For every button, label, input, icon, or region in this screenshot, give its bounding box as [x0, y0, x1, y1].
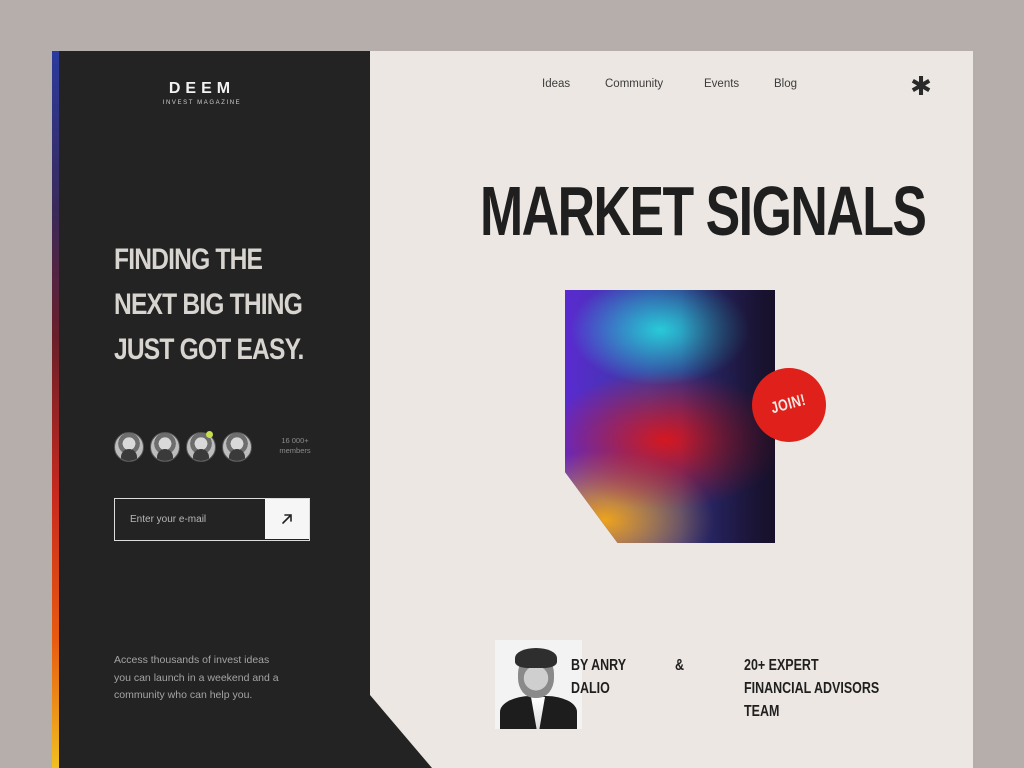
- submit-email-button[interactable]: [265, 499, 309, 539]
- email-input[interactable]: [115, 499, 267, 539]
- left-panel: DEEM INVEST MAGAZINE FINDING THE NEXT BI…: [52, 51, 370, 768]
- author-line: DALIO: [571, 680, 610, 697]
- panel-corner-shape: [370, 695, 432, 768]
- gradient-strip: [52, 51, 59, 768]
- members-count: 16 000+ members: [274, 436, 316, 456]
- nav-item-blog[interactable]: Blog: [774, 78, 797, 90]
- team-line: FINANCIAL ADVISORS: [744, 680, 880, 697]
- avatar: [222, 432, 252, 462]
- join-button[interactable]: JOIN!: [752, 368, 826, 442]
- avatar: [150, 432, 180, 462]
- members-count-label: members: [279, 446, 311, 455]
- online-indicator: [206, 431, 213, 438]
- description-text: Access thousands of invest ideas you can…: [114, 654, 279, 701]
- team-byline: 20+ EXPERT FINANCIAL ADVISORS TEAM: [744, 654, 879, 723]
- hero-headline-line: NEXT BIG THING: [114, 288, 303, 321]
- author-line: BY ANRY: [571, 657, 627, 674]
- page-frame: DEEM INVEST MAGAZINE FINDING THE NEXT BI…: [52, 51, 973, 768]
- members-count-value: 16 000+: [281, 436, 309, 445]
- gradient-artwork: [565, 290, 775, 543]
- nav-item-ideas[interactable]: Ideas: [542, 78, 570, 90]
- brand-tagline: INVEST MAGAZINE: [162, 100, 242, 106]
- avatar: [114, 432, 144, 462]
- ampersand: &: [675, 654, 684, 677]
- team-line: 20+ EXPERT: [744, 657, 819, 674]
- email-signup-form: [114, 498, 310, 541]
- author-photo: [495, 640, 582, 729]
- author-photo-hair: [515, 648, 557, 668]
- brand-logo[interactable]: DEEM INVEST MAGAZINE: [162, 80, 242, 106]
- brand-name: DEEM: [168, 80, 236, 97]
- hero-headline-line: JUST GOT EASY.: [114, 333, 304, 366]
- arrow-up-right-icon: [282, 514, 292, 524]
- hero-headline-line: FINDING THE: [114, 243, 263, 276]
- asterisk-icon[interactable]: ✱: [910, 73, 932, 99]
- join-button-label: JOIN!: [769, 391, 809, 418]
- ampersand-text: &: [675, 657, 685, 674]
- hero-headline: FINDING THE NEXT BIG THING JUST GOT EASY…: [114, 237, 311, 372]
- team-line: TEAM: [744, 703, 780, 720]
- author-byline: BY ANRY DALIO: [571, 654, 626, 700]
- page-title: MARKET SIGNALS: [480, 172, 927, 250]
- nav-item-events[interactable]: Events: [704, 78, 739, 90]
- nav-item-community[interactable]: Community: [605, 78, 663, 90]
